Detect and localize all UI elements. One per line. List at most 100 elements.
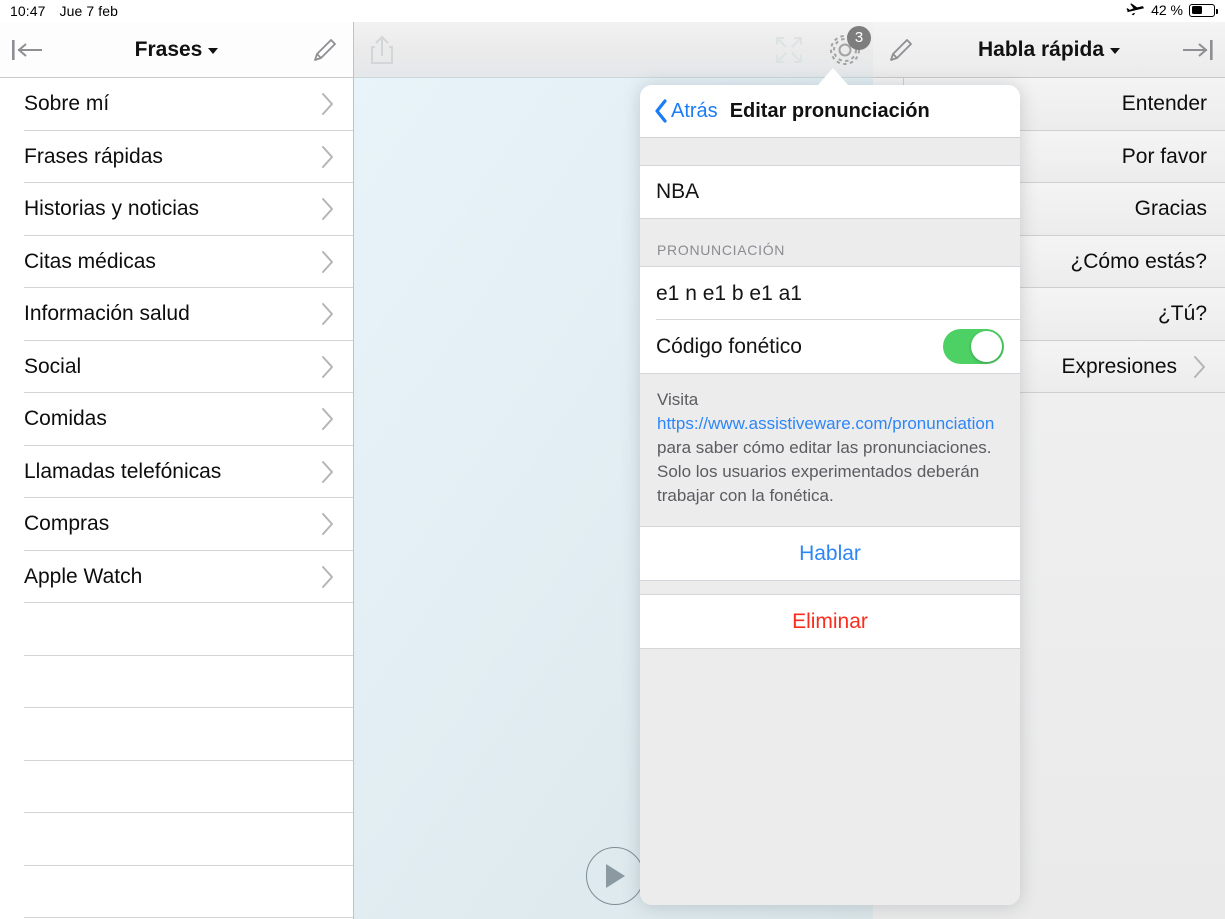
word-value: NBA: [656, 180, 700, 203]
speak-button[interactable]: Hablar: [640, 526, 1020, 581]
phonetic-code-row[interactable]: Código fonético: [640, 320, 1020, 373]
left-pane: Frases Sobre mí Frases rápidas Historias y…: [0, 22, 354, 919]
quick-phrase-label: Gracias: [1134, 197, 1207, 221]
collapse-left-button[interactable]: [0, 22, 56, 78]
chevron-right-icon: [319, 144, 335, 170]
list-item[interactable]: Compras: [0, 498, 353, 551]
app-root: 10:47 Jue 7 feb 42 % Frases Sobre mí Fra…: [0, 0, 1225, 919]
list-item-label: Social: [24, 354, 82, 378]
page-title: Frases: [134, 37, 203, 61]
chevron-right-icon: [319, 354, 335, 380]
list-item-label: Compras: [24, 512, 110, 536]
left-edit-button[interactable]: [297, 22, 353, 78]
share-icon: [367, 34, 397, 66]
list-item-empty[interactable]: [0, 760, 353, 813]
list-item-empty[interactable]: [0, 813, 353, 866]
play-button[interactable]: [586, 847, 644, 905]
pencil-icon: [310, 35, 340, 65]
pronunciation-help-link[interactable]: https://www.assistiveware.com/pronunciat…: [657, 414, 994, 433]
help-prefix: Visita: [657, 390, 699, 409]
left-pane-title-group[interactable]: Frases: [56, 38, 297, 62]
list-item-empty[interactable]: [0, 603, 353, 656]
list-item-empty[interactable]: [0, 708, 353, 761]
caret-down-icon: [1110, 48, 1121, 54]
popover-arrow: [818, 68, 848, 85]
chevron-right-icon: [319, 564, 335, 590]
pencil-icon: [886, 35, 916, 65]
list-item-label: Frases rápidas: [24, 144, 163, 168]
play-icon: [602, 862, 628, 890]
popover-header: Atrás Editar pronunciación: [640, 85, 1020, 138]
chevron-right-icon: [319, 511, 335, 537]
share-button[interactable]: [354, 22, 410, 78]
right-pane-title-group[interactable]: Habla rápida: [929, 38, 1169, 62]
list-item[interactable]: Social: [0, 340, 353, 393]
chevron-right-icon: [319, 406, 335, 432]
battery-icon: [1189, 3, 1218, 17]
popover-title: Editar pronunciación: [729, 99, 930, 122]
phonetic-code-toggle[interactable]: [943, 329, 1004, 364]
expand-fullscreen-icon: [774, 35, 804, 65]
status-bar-left: 10:47 Jue 7 feb: [10, 3, 118, 19]
list-item[interactable]: Llamadas telefónicas: [0, 445, 353, 498]
fullscreen-button[interactable]: [761, 22, 817, 78]
list-item[interactable]: Información salud: [0, 288, 353, 341]
list-item-empty[interactable]: [0, 655, 353, 708]
quick-phrase-label: ¿Tú?: [1157, 302, 1207, 326]
edit-pronunciation-popover: Atrás Editar pronunciación NBA PRONUNCIA…: [640, 85, 1020, 905]
airplane-icon: [1126, 3, 1145, 18]
phonetic-input[interactable]: e1 n e1 b e1 a1: [640, 267, 1020, 320]
delete-button[interactable]: Eliminar: [640, 594, 1020, 649]
word-input[interactable]: NBA: [640, 165, 1020, 219]
list-item-label: Llamadas telefónicas: [24, 459, 222, 483]
popover-body: NBA PRONUNCIACIÓN e1 n e1 b e1 a1 Código…: [640, 138, 1020, 905]
status-bar-right: 42 %: [1126, 2, 1218, 18]
list-item-label: Sobre mí: [24, 92, 110, 116]
list-item[interactable]: Historias y noticias: [0, 183, 353, 236]
date-label: Jue 7 feb: [59, 3, 119, 19]
chevron-right-icon: [319, 196, 335, 222]
collapse-right-icon: [1176, 35, 1218, 65]
phonetic-value: e1 n e1 b e1 a1: [656, 281, 802, 305]
pronunciation-group: e1 n e1 b e1 a1 Código fonético: [640, 266, 1020, 374]
collapse-left-icon: [7, 35, 49, 65]
phonetic-code-label: Código fonético: [656, 334, 802, 358]
pronunciation-section-header: PRONUNCIACIÓN: [640, 219, 1020, 266]
quick-phrase-label: ¿Cómo estás?: [1070, 249, 1207, 273]
chevron-right-icon: [1191, 354, 1207, 380]
spacer: [640, 581, 1020, 594]
back-label: Atrás: [671, 99, 718, 122]
help-suffix: para saber cómo editar las pronunciacion…: [657, 438, 992, 457]
right-toolbar: Habla rápida: [873, 22, 1225, 78]
clock: 10:47: [10, 3, 46, 19]
right-pane-title: Habla rápida: [977, 37, 1105, 61]
quick-phrase-label: Expresiones: [1061, 354, 1177, 378]
spacer: [640, 138, 1020, 165]
chevron-right-icon: [319, 249, 335, 275]
list-item-label: Apple Watch: [24, 564, 143, 588]
list-item[interactable]: Apple Watch: [0, 550, 353, 603]
chevron-right-icon: [319, 91, 335, 117]
list-item[interactable]: Citas médicas: [0, 235, 353, 288]
collapse-right-button[interactable]: [1169, 22, 1225, 78]
quick-phrase-label: Por favor: [1121, 144, 1207, 168]
list-item-empty[interactable]: [0, 865, 353, 918]
settings-badge: 3: [847, 25, 871, 50]
quick-phrase-label: Entender: [1121, 92, 1207, 116]
right-edit-button[interactable]: [873, 22, 929, 78]
list-item-label: Historias y noticias: [24, 197, 200, 221]
help-text: Visita https://www.assistiveware.com/pro…: [640, 374, 1020, 526]
chevron-left-icon: [654, 99, 668, 123]
list-item[interactable]: Sobre mí: [0, 78, 353, 131]
list-item[interactable]: Frases rápidas: [0, 130, 353, 183]
help-line2: Solo los usuarios experimentados deberán…: [657, 462, 980, 505]
back-button[interactable]: Atrás: [654, 99, 718, 123]
caret-down-icon: [208, 48, 219, 54]
list-item-label: Comidas: [24, 407, 107, 431]
chevron-right-icon: [319, 301, 335, 327]
phrase-category-list: Sobre mí Frases rápidas Historias y notici…: [0, 78, 353, 918]
list-item[interactable]: Comidas: [0, 393, 353, 446]
chevron-right-icon: [319, 459, 335, 485]
center-toolbar: 3: [354, 22, 873, 78]
battery-percent: 42 %: [1151, 2, 1183, 18]
